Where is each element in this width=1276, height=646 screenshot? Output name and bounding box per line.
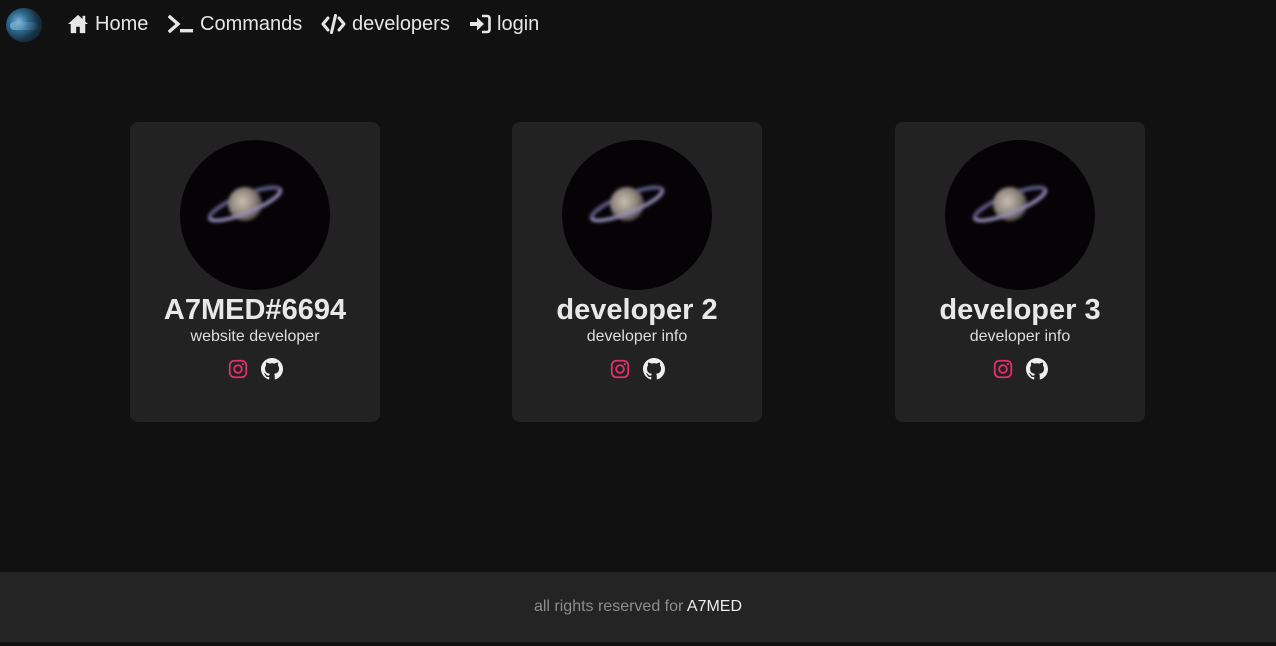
github-icon[interactable] [1026,358,1048,380]
developer-avatar [562,140,712,290]
developer-avatar [945,140,1095,290]
developer-card: A7MED#6694 website developer [130,122,380,422]
instagram-icon[interactable] [609,358,631,380]
developer-info: developer info [586,328,688,345]
social-links [130,358,380,380]
developer-name: developer 2 [556,294,718,326]
saturn-image [562,140,712,290]
nav-item-home[interactable]: Home [67,10,148,38]
home-icon [68,14,88,34]
developer-name: developer 3 [939,294,1101,326]
bottom-strip [0,642,1276,646]
nav-item-login[interactable]: login [469,10,539,38]
developer-avatar [180,140,330,290]
footer: all rights reserved for A7MED [0,572,1276,642]
terminal-icon [168,14,193,34]
github-icon[interactable] [643,358,665,380]
github-icon[interactable] [261,358,283,380]
nav-item-developers[interactable]: developers [321,10,450,38]
nav-item-label: login [497,12,540,35]
developer-card: developer 3 developer info [895,122,1145,422]
nav-item-label: Home [95,12,149,35]
instagram-icon[interactable] [227,358,249,380]
footer-owner-link[interactable]: A7MED [687,598,742,615]
navbar: Home Commands developers login [0,0,1276,48]
developer-info: website developer [190,328,320,345]
developer-name: A7MED#6694 [163,294,347,326]
footer-text: all rights reserved for [533,598,684,615]
social-links [895,358,1145,380]
social-links [512,358,762,380]
site-logo[interactable] [6,8,42,42]
nav-item-commands[interactable]: Commands [168,10,302,38]
instagram-icon[interactable] [992,358,1014,380]
saturn-image [180,140,330,290]
saturn-image [945,140,1095,290]
developer-info: developer info [969,328,1071,345]
code-icon [321,14,346,34]
nav-item-label: developers [352,12,450,35]
developer-card: developer 2 developer info [512,122,762,422]
sign-in-icon [470,14,491,34]
nav-item-label: Commands [200,12,303,35]
